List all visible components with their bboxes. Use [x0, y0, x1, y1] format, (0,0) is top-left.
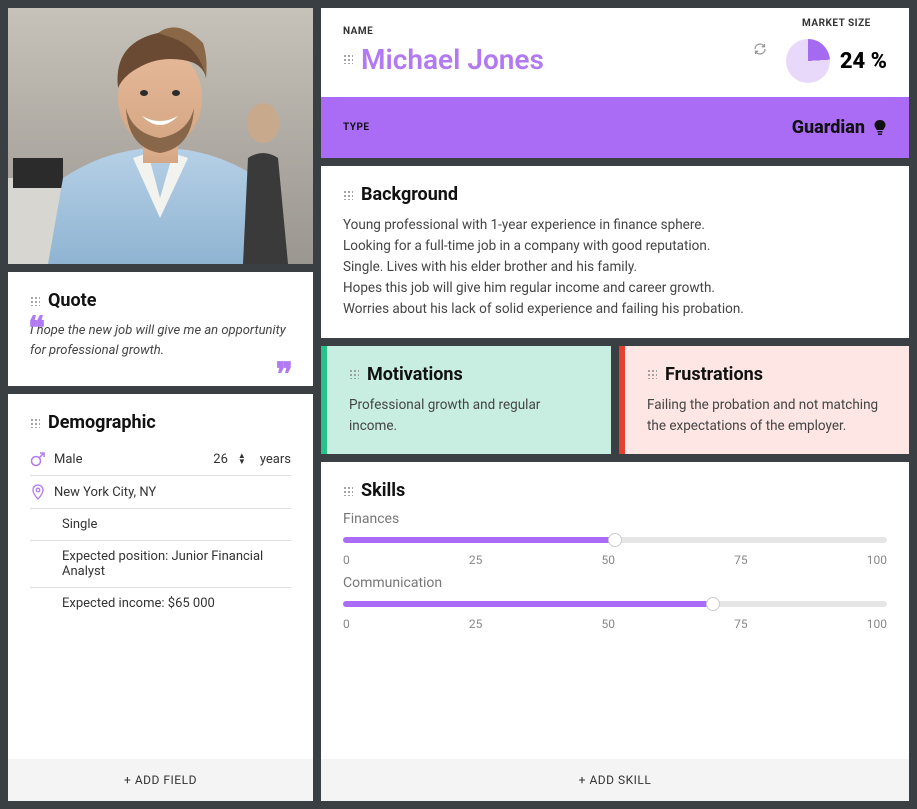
- age-stepper[interactable]: ▲▼: [238, 453, 246, 465]
- demographic-card: Demographic Male 26 ▲▼ years New York Ci…: [8, 394, 313, 801]
- slider-thumb[interactable]: [706, 597, 720, 611]
- add-skill-button[interactable]: + ADD SKILL: [321, 759, 909, 801]
- drag-handle-icon[interactable]: [343, 190, 353, 200]
- skills-title: Skills: [343, 480, 887, 501]
- slider-ticks: 0255075100: [343, 553, 887, 567]
- motivations-text[interactable]: Professional growth and regular income.: [349, 395, 589, 437]
- demographic-position-row[interactable]: Expected position: Junior Financial Anal…: [30, 541, 291, 588]
- income-value[interactable]: Expected income: $65 000: [62, 596, 215, 611]
- sync-icon[interactable]: [752, 41, 768, 61]
- quote-card: Quote ❝ I hope the new job will give me …: [8, 272, 313, 386]
- marital-value[interactable]: Single: [62, 517, 97, 532]
- drag-handle-icon[interactable]: [647, 369, 657, 379]
- type-bar[interactable]: TYPE Guardian: [321, 97, 909, 158]
- frustrations-card: Frustrations Failing the probation and n…: [619, 346, 909, 455]
- demographic-title-text: Demographic: [48, 412, 156, 433]
- drag-handle-icon[interactable]: [30, 418, 40, 428]
- market-size-value[interactable]: 24 %: [840, 49, 887, 74]
- skill-slider[interactable]: [343, 537, 887, 543]
- header-card: NAME Michael Jones MARKET SIZE 24 %: [321, 8, 909, 158]
- skill-name[interactable]: Communication: [343, 575, 887, 591]
- slider-thumb[interactable]: [608, 533, 622, 547]
- drag-handle-icon[interactable]: [343, 486, 353, 496]
- position-value[interactable]: Expected position: Junior Financial Anal…: [62, 549, 291, 579]
- demographic-location-row[interactable]: New York City, NY: [30, 476, 291, 509]
- location-value[interactable]: New York City, NY: [54, 485, 156, 500]
- demographic-income-row[interactable]: Expected income: $65 000: [30, 588, 291, 619]
- age-unit: years: [260, 452, 291, 467]
- motivations-title-text: Motivations: [367, 364, 463, 385]
- demographic-marital-row[interactable]: Single: [30, 509, 291, 541]
- background-title-text: Background: [361, 184, 458, 205]
- frustrations-text[interactable]: Failing the probation and not matching t…: [647, 395, 887, 437]
- type-label: TYPE: [343, 122, 370, 133]
- name-label: NAME: [343, 26, 734, 37]
- age-input[interactable]: 26: [190, 452, 228, 467]
- skill-row: Finances 0255075100: [343, 511, 887, 567]
- background-text[interactable]: Young professional with 1-year experienc…: [343, 215, 887, 320]
- demographic-title: Demographic: [30, 412, 291, 433]
- motivations-title: Motivations: [349, 364, 589, 385]
- skill-slider[interactable]: [343, 601, 887, 607]
- frustrations-title-text: Frustrations: [665, 364, 763, 385]
- skill-row: Communication 0255075100: [343, 575, 887, 631]
- background-title: Background: [343, 184, 887, 205]
- market-size-label: MARKET SIZE: [802, 18, 871, 29]
- gender-value[interactable]: Male: [54, 452, 182, 467]
- motivations-card: Motivations Professional growth and regu…: [321, 346, 611, 455]
- quote-title: Quote: [30, 290, 291, 311]
- add-field-button[interactable]: + ADD FIELD: [8, 759, 313, 801]
- persona-name[interactable]: Michael Jones: [361, 43, 544, 76]
- drag-handle-icon[interactable]: [30, 296, 40, 306]
- drag-handle-icon[interactable]: [343, 54, 353, 64]
- type-value[interactable]: Guardian: [792, 117, 865, 138]
- demographic-gender-row[interactable]: Male 26 ▲▼ years: [30, 443, 291, 476]
- persona-photo[interactable]: [8, 8, 313, 264]
- skills-card: Skills Finances 0255075100 Communication 02…: [321, 462, 909, 801]
- quote-title-text: Quote: [48, 290, 96, 311]
- slider-ticks: 0255075100: [343, 617, 887, 631]
- drag-handle-icon[interactable]: [349, 369, 359, 379]
- skill-name[interactable]: Finances: [343, 511, 887, 527]
- frustrations-title: Frustrations: [647, 364, 887, 385]
- quote-text[interactable]: I hope the new job will give me an oppor…: [30, 321, 291, 360]
- skills-title-text: Skills: [361, 480, 405, 501]
- background-card: Background Young professional with 1-yea…: [321, 166, 909, 338]
- location-icon: [30, 484, 46, 500]
- lightbulb-icon: [873, 119, 887, 137]
- market-size-pie-icon: [786, 39, 830, 83]
- male-icon: [30, 451, 46, 467]
